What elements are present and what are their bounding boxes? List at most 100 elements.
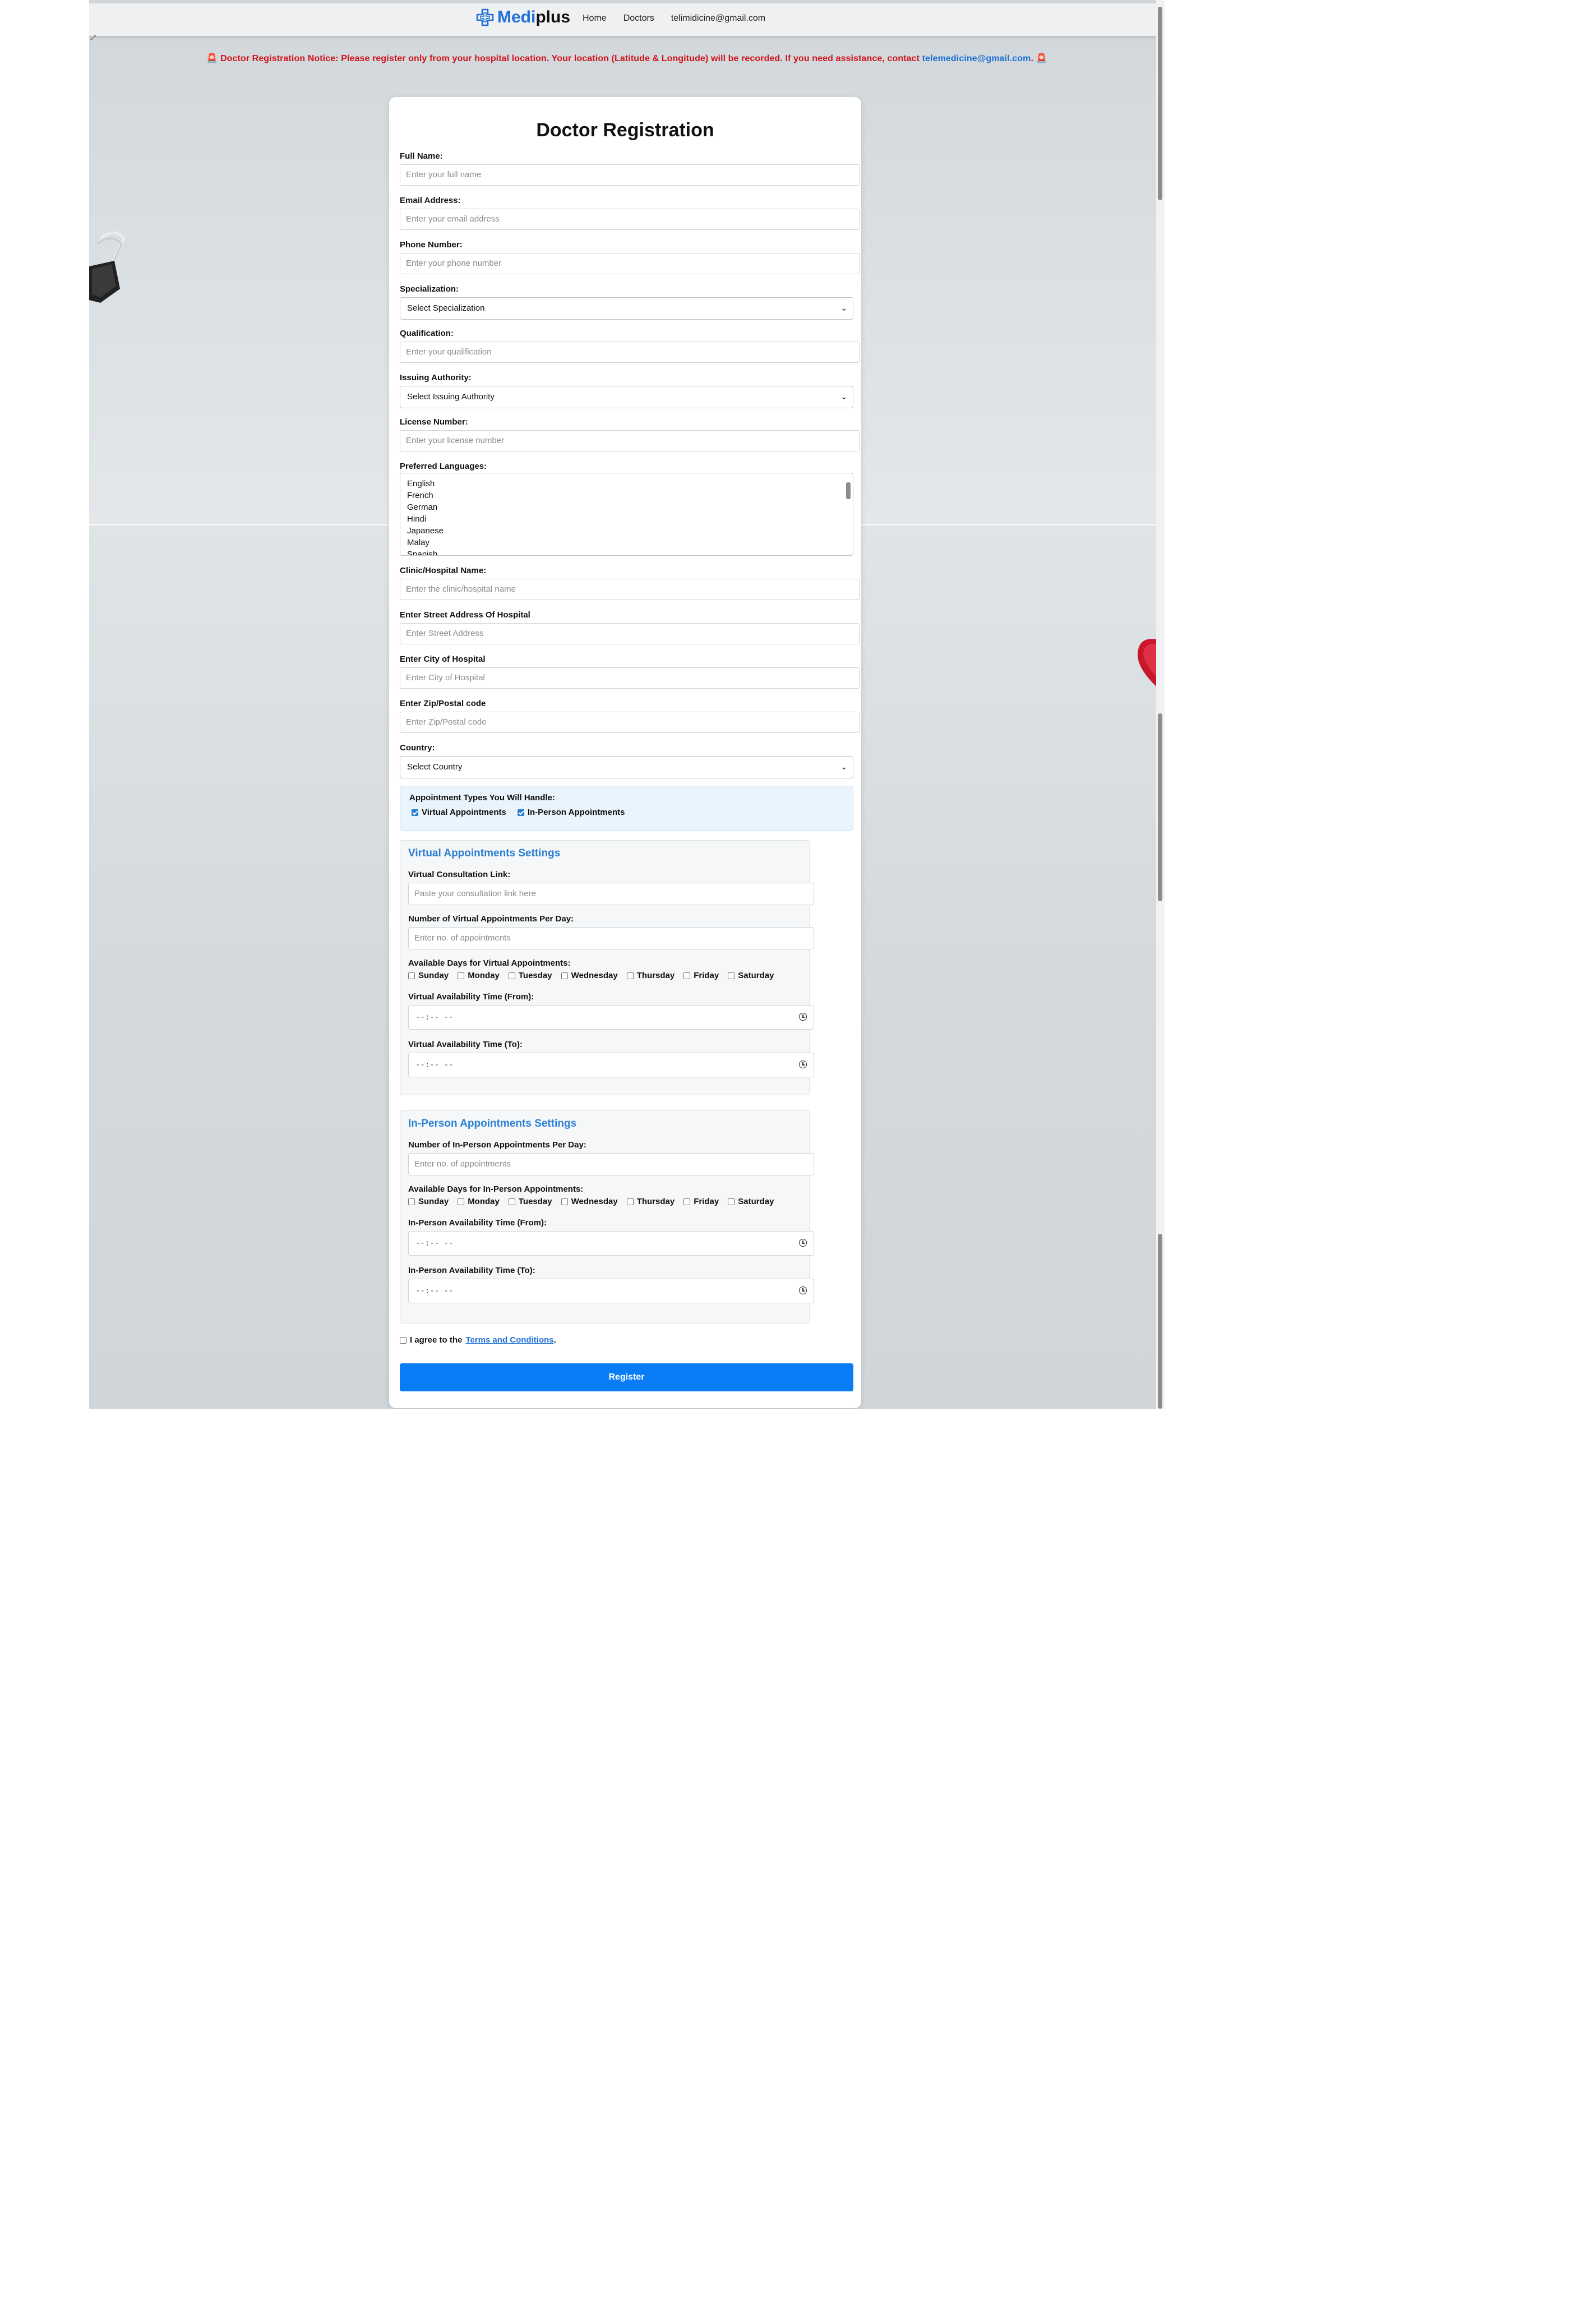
phone-label: Phone Number:: [400, 240, 463, 250]
issuing-authority-select[interactable]: Select Issuing Authority ⌄: [400, 386, 853, 408]
virtual-to-label: Virtual Availability Time (To):: [408, 1040, 523, 1049]
day-checkbox[interactable]: [458, 972, 465, 979]
day-checkbox[interactable]: [626, 1198, 634, 1205]
in-person-day-option[interactable]: Wednesday: [561, 1197, 618, 1206]
in-person-appointments-checkbox[interactable]: [517, 809, 524, 816]
binder-clip-decoration: [89, 231, 126, 303]
day-label: Monday: [468, 1197, 500, 1206]
full-name-label: Full Name:: [400, 151, 443, 161]
page-scrollbar[interactable]: [1156, 0, 1165, 1409]
terms-link[interactable]: Terms and Conditions: [465, 1335, 553, 1345]
day-checkbox[interactable]: [408, 972, 415, 979]
nav-link-home[interactable]: Home: [583, 13, 607, 24]
day-label: Tuesday: [518, 1197, 552, 1206]
appointment-types-label: Appointment Types You Will Handle:: [409, 793, 555, 803]
listbox-scrollbar[interactable]: [845, 474, 852, 554]
virtual-day-option[interactable]: Tuesday: [508, 971, 552, 980]
street-input[interactable]: Enter Street Address: [400, 623, 860, 644]
virtual-day-option[interactable]: Monday: [458, 971, 500, 980]
clock-icon[interactable]: [799, 1013, 807, 1021]
language-option[interactable]: Malay: [400, 537, 853, 548]
qualification-label: Qualification:: [400, 329, 454, 338]
specialization-select[interactable]: Select Specialization ⌄: [400, 297, 853, 320]
country-label: Country:: [400, 743, 435, 753]
email-input[interactable]: Enter your email address: [400, 209, 860, 230]
scroll-thumb[interactable]: [1158, 1234, 1162, 1409]
virtual-link-label: Virtual Consultation Link:: [408, 870, 511, 879]
in-person-day-option[interactable]: Saturday: [728, 1197, 774, 1206]
nav-link-email[interactable]: telimidicine@gmail.com: [671, 13, 765, 24]
in-person-to-time-input[interactable]: --:-- --: [408, 1279, 814, 1303]
phone-input[interactable]: Enter your phone number: [400, 253, 860, 274]
day-checkbox[interactable]: [728, 1198, 735, 1205]
in-person-per-day-input[interactable]: Enter no. of appointments: [408, 1153, 814, 1175]
license-input[interactable]: Enter your license number: [400, 430, 860, 451]
in-person-from-time-input[interactable]: --:-- --: [408, 1231, 814, 1256]
virtual-day-option[interactable]: Thursday: [626, 971, 675, 980]
day-checkbox[interactable]: [408, 1198, 415, 1205]
languages-listbox[interactable]: English French German Hindi Japanese Mal…: [400, 473, 853, 556]
in-person-day-option[interactable]: Friday: [683, 1197, 719, 1206]
day-label: Saturday: [738, 971, 774, 980]
virtual-appointments-option[interactable]: Virtual Appointments: [412, 808, 506, 817]
city-input[interactable]: Enter City of Hospital: [400, 667, 860, 689]
day-label: Monday: [468, 971, 500, 980]
day-label: Saturday: [738, 1197, 774, 1206]
day-checkbox[interactable]: [561, 1198, 568, 1205]
in-person-day-option[interactable]: Sunday: [408, 1197, 449, 1206]
scroll-thumb[interactable]: [1158, 7, 1162, 200]
day-label: Friday: [694, 1197, 719, 1206]
in-person-appointments-option[interactable]: In-Person Appointments: [517, 808, 625, 817]
day-checkbox[interactable]: [508, 972, 515, 979]
in-person-day-option[interactable]: Tuesday: [508, 1197, 552, 1206]
listbox-scroll-thumb[interactable]: [846, 482, 851, 499]
day-checkbox[interactable]: [561, 972, 568, 979]
day-label: Friday: [694, 971, 719, 980]
qualification-input[interactable]: Enter your qualification: [400, 342, 860, 363]
notice-email-link[interactable]: telemedicine@gmail.com: [922, 54, 1031, 63]
day-checkbox[interactable]: [458, 1198, 465, 1205]
clock-icon[interactable]: [799, 1286, 807, 1294]
day-checkbox[interactable]: [626, 972, 634, 979]
virtual-settings-section: Virtual Appointments Settings Virtual Co…: [400, 840, 814, 1095]
in-person-day-option[interactable]: Monday: [458, 1197, 500, 1206]
browser-viewport: Mediplus Home Doctors telimidicine@gmail…: [89, 0, 1165, 1409]
register-button[interactable]: Register: [400, 1363, 853, 1391]
full-name-input[interactable]: Enter your full name: [400, 164, 860, 186]
country-value: Select Country: [407, 762, 463, 772]
terms-checkbox[interactable]: [400, 1336, 407, 1344]
resize-handle-icon[interactable]: ⤢: [90, 34, 96, 42]
nav-link-doctors[interactable]: Doctors: [623, 13, 654, 24]
virtual-day-option[interactable]: Friday: [683, 971, 719, 980]
scroll-thumb[interactable]: [1158, 713, 1162, 901]
virtual-day-option[interactable]: Wednesday: [561, 971, 618, 980]
virtual-from-time-input[interactable]: --:-- --: [408, 1005, 814, 1030]
virtual-day-option[interactable]: Saturday: [728, 971, 774, 980]
clock-icon[interactable]: [799, 1060, 807, 1068]
language-option[interactable]: German: [400, 501, 853, 513]
virtual-link-input[interactable]: Paste your consultation link here: [408, 883, 814, 905]
day-label: Wednesday: [571, 1197, 618, 1206]
language-option[interactable]: Spanish: [400, 548, 853, 555]
clinic-input[interactable]: Enter the clinic/hospital name: [400, 579, 860, 600]
language-option[interactable]: French: [400, 490, 853, 501]
street-label: Enter Street Address Of Hospital: [400, 610, 530, 620]
virtual-appointments-checkbox[interactable]: [412, 809, 418, 816]
language-option[interactable]: Japanese: [400, 525, 853, 537]
clock-icon[interactable]: [799, 1239, 807, 1247]
country-select[interactable]: Select Country ⌄: [400, 756, 853, 778]
virtual-day-option[interactable]: Sunday: [408, 971, 449, 980]
language-option[interactable]: English: [400, 478, 853, 490]
brand-logo[interactable]: Mediplus: [476, 8, 570, 27]
day-checkbox[interactable]: [728, 972, 735, 979]
day-checkbox[interactable]: [683, 972, 691, 979]
virtual-to-time-input[interactable]: --:-- --: [408, 1053, 814, 1077]
zip-input[interactable]: Enter Zip/Postal code: [400, 712, 860, 733]
virtual-per-day-input[interactable]: Enter no. of appointments: [408, 927, 814, 949]
language-option[interactable]: Hindi: [400, 513, 853, 525]
day-checkbox[interactable]: [683, 1198, 691, 1205]
virtual-days-label: Available Days for Virtual Appointments:: [408, 958, 571, 968]
day-checkbox[interactable]: [508, 1198, 515, 1205]
in-person-day-option[interactable]: Thursday: [626, 1197, 675, 1206]
in-person-per-day-label: Number of In-Person Appointments Per Day…: [408, 1140, 586, 1150]
